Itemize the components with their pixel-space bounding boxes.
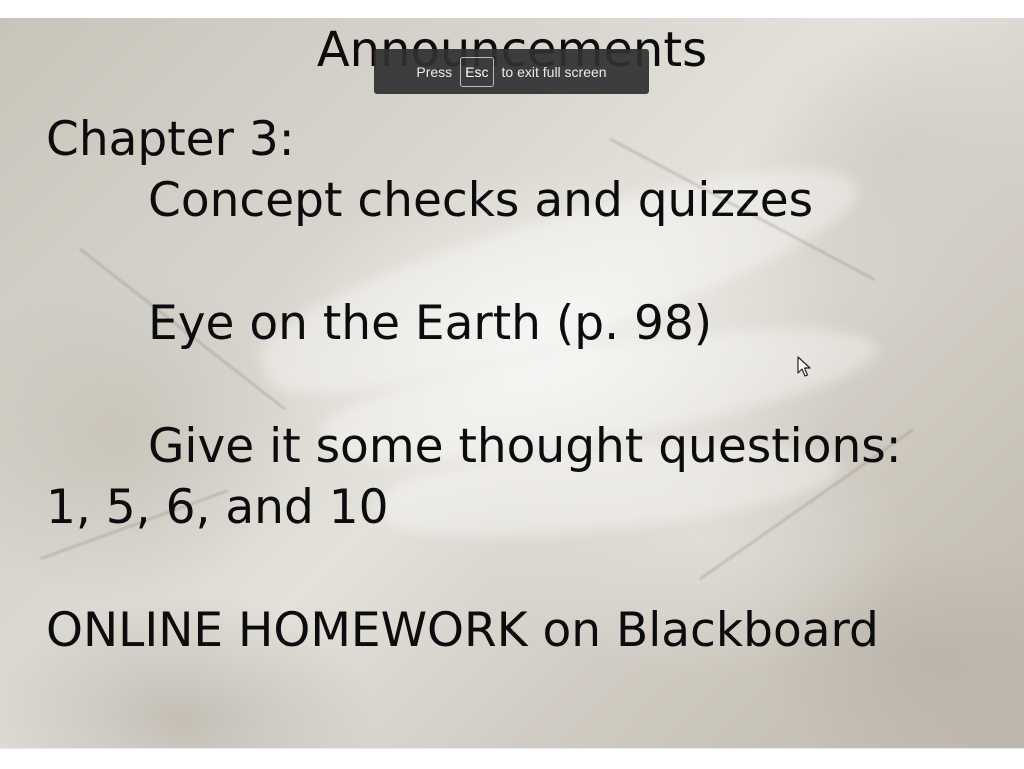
fullscreen-exit-notice: Press Esc to exit full screen — [374, 49, 649, 94]
bullet-eye-on-earth: Eye on the Earth (p. 98) — [148, 296, 713, 351]
notice-prefix: Press — [416, 63, 453, 80]
online-homework-note: ONLINE HOMEWORK on Blackboard — [46, 603, 879, 658]
bottom-bar — [0, 748, 1024, 769]
slide-area: Announcements Chapter 3: Concept checks … — [0, 18, 1024, 748]
bullet-concept-checks: Concept checks and quizzes — [148, 173, 814, 228]
notice-suffix: to exit full screen — [501, 63, 607, 80]
chapter-heading: Chapter 3: — [46, 112, 295, 167]
mouse-pointer-icon — [797, 356, 811, 377]
bullet-give-it-thought: Give it some thought questions: — [148, 419, 902, 474]
question-numbers: 1, 5, 6, and 10 — [46, 480, 389, 535]
esc-key-badge: Esc — [460, 56, 494, 87]
